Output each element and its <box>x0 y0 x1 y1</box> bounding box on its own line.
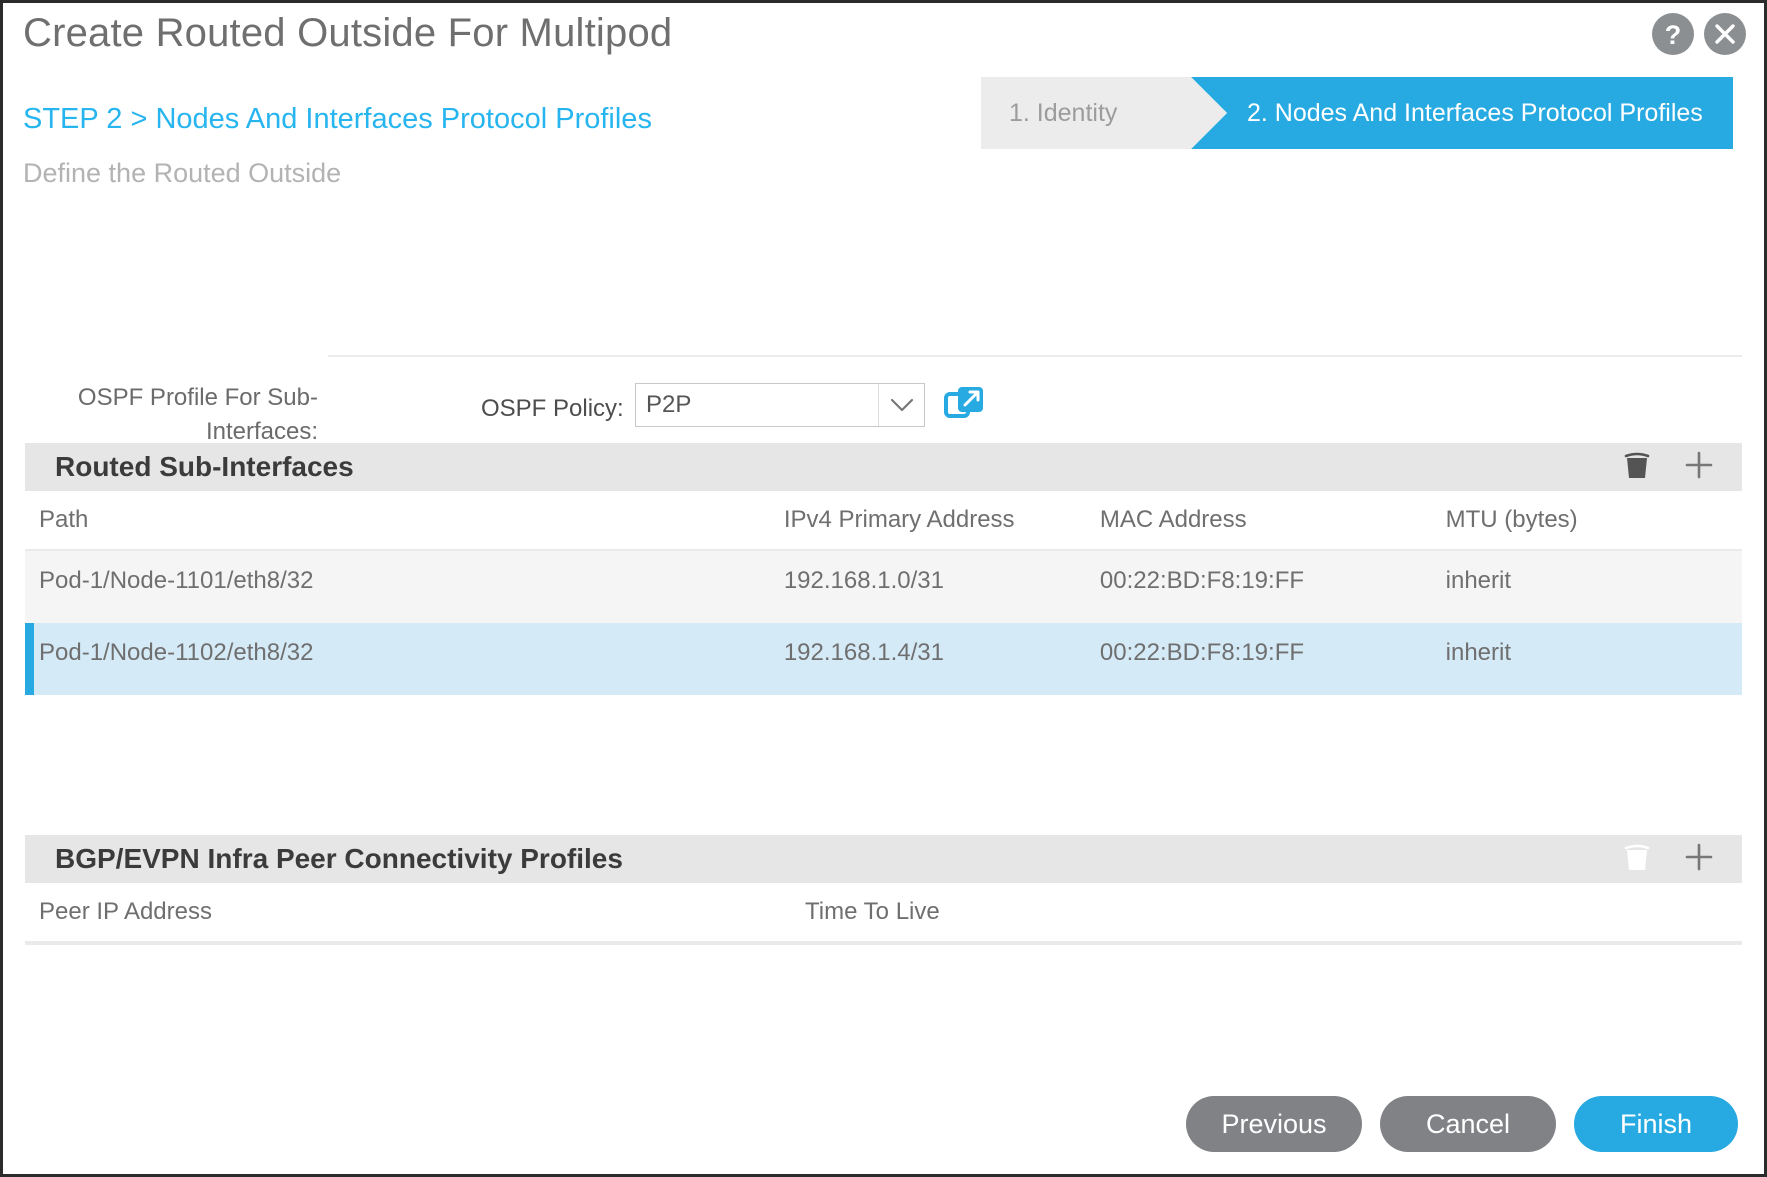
column-header-time-to-live: Time To Live <box>805 898 940 925</box>
wizard-steps: 1. Identity 2. Nodes And Interfaces Prot… <box>981 77 1733 149</box>
section-divider <box>328 355 1742 357</box>
ospf-profile-label: OSPF Profile For Sub-Interfaces: <box>77 384 318 445</box>
bgp-evpn-actions <box>1624 842 1726 877</box>
bgp-evpn-column-headers: Peer IP Address Time To Live <box>25 883 1742 943</box>
dialog-footer: Previous Cancel Finish <box>3 1096 1764 1152</box>
routed-sub-interfaces-title: Routed Sub-Interfaces <box>55 451 354 482</box>
page-title: Create Routed Outside For Multipod <box>23 11 673 55</box>
bgp-evpn-header: BGP/EVPN Infra Peer Connectivity Profile… <box>25 835 1742 883</box>
cell-path: Pod-1/Node-1102/eth8/32 <box>39 639 314 666</box>
column-header-mac: MAC Address <box>1099 506 1247 533</box>
column-header-peer-ip: Peer IP Address <box>39 898 212 925</box>
cell-ipv4: 192.168.1.0/31 <box>783 567 944 594</box>
cell-mtu: inherit <box>1445 567 1512 594</box>
wizard-step-nodes-interfaces-label: 2. Nodes And Interfaces Protocol Profile… <box>1247 98 1703 127</box>
routed-sub-interfaces-actions <box>1624 450 1726 485</box>
create-routed-outside-dialog: Create Routed Outside For Multipod ? STE… <box>0 0 1767 1177</box>
wizard-step-identity-label: 1. Identity <box>1009 98 1118 127</box>
open-in-new-window-icon[interactable] <box>943 383 987 427</box>
chevron-down-icon[interactable] <box>878 384 924 426</box>
trash-icon[interactable] <box>1624 842 1650 877</box>
header-icon-group: ? <box>1652 13 1746 55</box>
bgp-evpn-title: BGP/EVPN Infra Peer Connectivity Profile… <box>55 843 623 874</box>
row-selection-indicator <box>25 623 34 695</box>
bgp-evpn-empty-rule <box>25 943 1742 945</box>
trash-icon[interactable] <box>1624 450 1650 485</box>
ospf-policy-label: OSPF Policy: <box>481 395 624 422</box>
column-header-ipv4: IPv4 Primary Address <box>783 506 1015 533</box>
ospf-policy-value: P2P <box>646 391 692 418</box>
svg-text:?: ? <box>1665 20 1682 50</box>
cell-mtu: inherit <box>1445 639 1512 666</box>
bgp-evpn-section: BGP/EVPN Infra Peer Connectivity Profile… <box>25 835 1742 945</box>
cell-mac: 00:22:BD:F8:19:FF <box>1099 639 1305 666</box>
routed-sub-interfaces-column-headers: Path IPv4 Primary Address MAC Address MT… <box>25 491 1742 551</box>
column-header-mtu: MTU (bytes) <box>1445 506 1578 533</box>
cell-mac: 00:22:BD:F8:19:FF <box>1099 567 1305 594</box>
step-breadcrumb-title: STEP 2 > Nodes And Interfaces Protocol P… <box>23 103 652 135</box>
table-row[interactable]: Pod-1/Node-1102/eth8/32 192.168.1.4/31 0… <box>25 623 1742 695</box>
step-subtitle: Define the Routed Outside <box>23 158 342 188</box>
plus-icon[interactable] <box>1684 842 1714 877</box>
column-header-path: Path <box>39 506 89 533</box>
plus-icon[interactable] <box>1684 450 1714 485</box>
table-row[interactable]: Pod-1/Node-1101/eth8/32 192.168.1.0/31 0… <box>25 551 1742 623</box>
close-icon[interactable] <box>1704 13 1746 55</box>
wizard-step-nodes-interfaces[interactable]: 2. Nodes And Interfaces Protocol Profile… <box>1191 77 1733 149</box>
finish-button[interactable]: Finish <box>1574 1096 1738 1152</box>
ospf-policy-select[interactable]: P2P <box>635 383 925 427</box>
help-icon[interactable]: ? <box>1652 13 1694 55</box>
cancel-button[interactable]: Cancel <box>1380 1096 1556 1152</box>
cell-path: Pod-1/Node-1101/eth8/32 <box>39 567 314 594</box>
wizard-step-identity[interactable]: 1. Identity <box>981 77 1227 149</box>
previous-button[interactable]: Previous <box>1186 1096 1362 1152</box>
routed-sub-interfaces-header: Routed Sub-Interfaces <box>25 443 1742 491</box>
routed-sub-interfaces-section: Routed Sub-Interfaces Path IPv4 Primary … <box>25 443 1742 695</box>
cell-ipv4: 192.168.1.4/31 <box>783 639 944 666</box>
